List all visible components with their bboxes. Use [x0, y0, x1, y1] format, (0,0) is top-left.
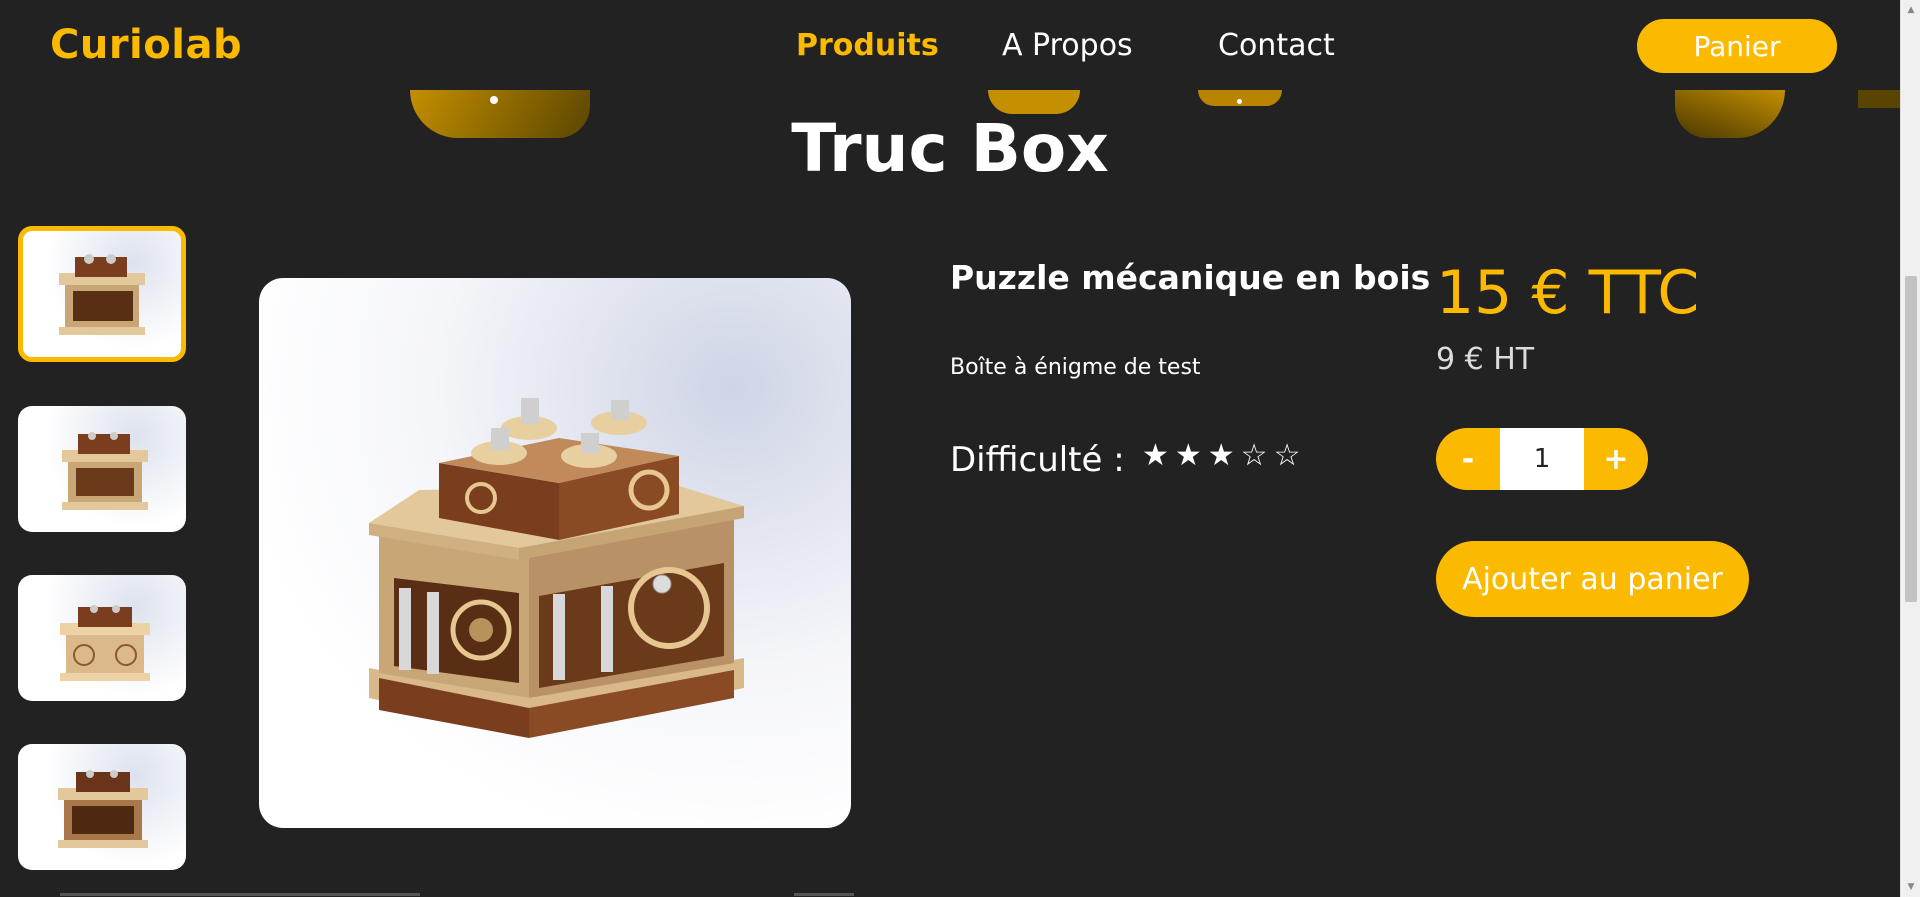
scroll-down-icon[interactable]: ▼	[1905, 881, 1917, 893]
puzzle-box-image	[62, 432, 148, 510]
puzzle-box-image	[60, 605, 150, 681]
puzzle-box-image	[58, 770, 148, 848]
puzzle-box-image	[369, 398, 744, 738]
cart-button[interactable]: Panier	[1637, 19, 1837, 73]
decorative-dot	[1237, 99, 1242, 104]
nav-link-contact[interactable]: Contact	[1218, 28, 1335, 63]
add-to-cart-button[interactable]: Ajouter au panier	[1436, 541, 1749, 617]
scrollbar-thumb[interactable]	[1905, 276, 1917, 602]
product-thumbnail-4[interactable]	[18, 744, 186, 870]
difficulty-stars-icon: ★★★☆☆	[1142, 438, 1307, 473]
scroll-up-icon[interactable]: ▲	[1905, 4, 1917, 16]
divider	[794, 893, 854, 896]
nav-link-produits[interactable]: Produits	[796, 28, 939, 63]
product-description: Boîte à énigme de test	[950, 355, 1201, 380]
logo[interactable]: Curiolab	[50, 22, 242, 68]
navbar: Curiolab Produits A Propos Contact Panie…	[0, 0, 1900, 92]
nav-link-a-propos[interactable]: A Propos	[1002, 28, 1133, 63]
increase-quantity-button[interactable]: +	[1584, 428, 1648, 490]
page-title: Truc Box	[791, 110, 1109, 187]
puzzle-box-image	[59, 254, 145, 335]
product-thumbnail-3[interactable]	[18, 575, 186, 701]
price-ttc: 15 € TTC	[1436, 258, 1700, 328]
product-thumbnail-2[interactable]	[18, 406, 186, 532]
product-main-image[interactable]	[259, 278, 851, 828]
quantity-stepper: - +	[1436, 428, 1648, 490]
decorative-shape	[1858, 90, 1900, 108]
decrease-quantity-button[interactable]: -	[1436, 428, 1500, 490]
product-subtitle: Puzzle mécanique en bois	[950, 258, 1431, 297]
divider	[60, 893, 420, 896]
product-thumbnail-1[interactable]	[18, 226, 186, 362]
quantity-input[interactable]	[1500, 428, 1584, 490]
difficulty-label: Difficulté :	[950, 440, 1125, 480]
scrollbar[interactable]: ▲ ▼	[1900, 0, 1920, 897]
price-ht: 9 € HT	[1436, 342, 1535, 377]
decorative-dot	[490, 96, 498, 104]
